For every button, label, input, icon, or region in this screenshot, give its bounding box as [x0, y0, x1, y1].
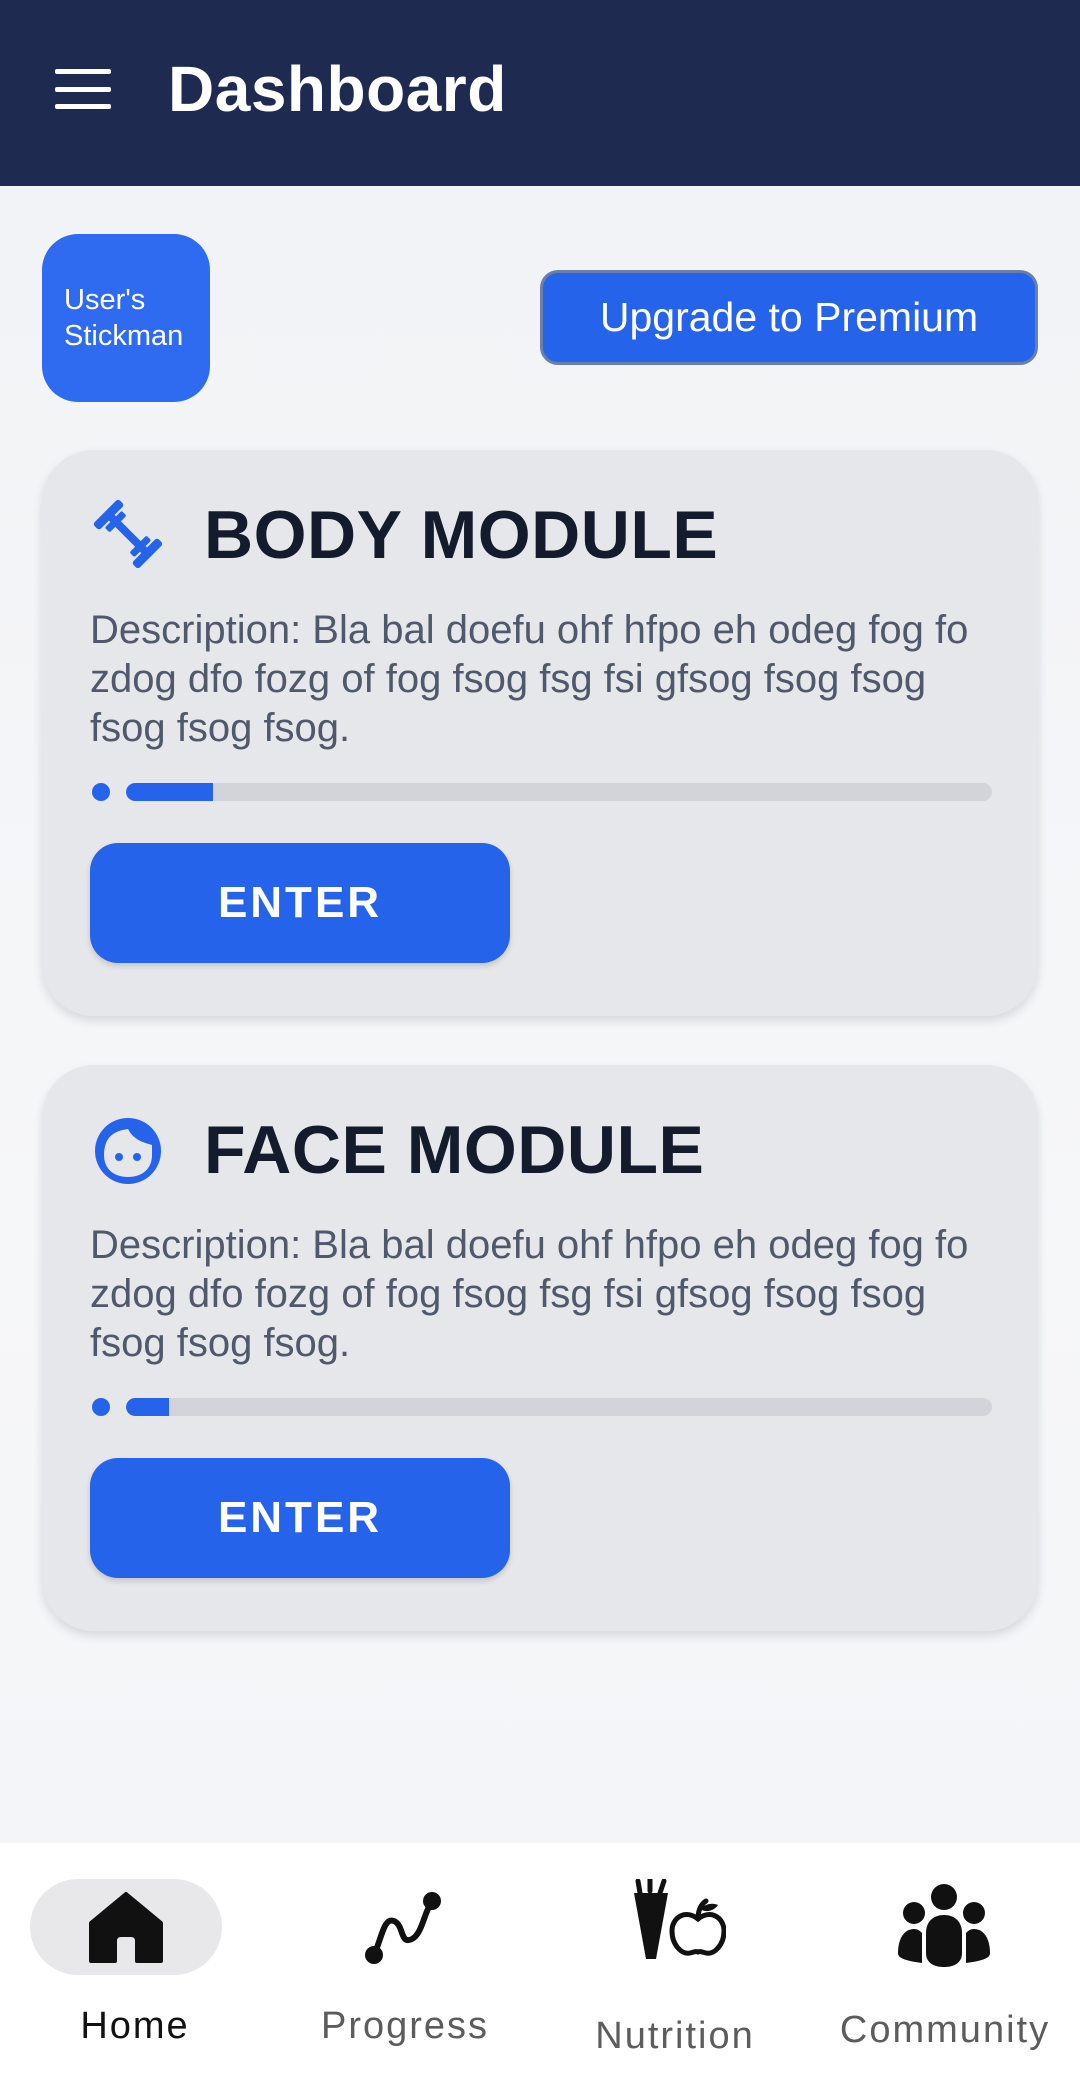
nav-label-nutrition: Nutrition	[595, 2015, 755, 2057]
home-icon	[89, 1892, 163, 1963]
stickman-label-line1: User's	[64, 284, 146, 316]
module-description: Description: Bla bal doefu ohf hfpo eh o…	[90, 608, 969, 750]
progress-dot	[92, 1398, 110, 1416]
face-icon	[95, 1118, 161, 1184]
stickman-label-line2: Stickman	[64, 320, 184, 352]
nav-label-home: Home	[80, 2005, 190, 2047]
module-progress-bar	[90, 783, 992, 801]
progress-dot	[92, 783, 110, 801]
nav-item-progress[interactable]: Progress	[270, 1843, 540, 2082]
body-module-card: BODY MODULE Description: Bla bal doefu o…	[42, 450, 1038, 1016]
nav-label-community: Community	[839, 2009, 1051, 2051]
face-module-card: FACE MODULE Description: Bla bal doefu o…	[42, 1065, 1038, 1631]
progress-track	[126, 1398, 992, 1416]
nav-item-nutrition[interactable]: Nutrition	[540, 1843, 810, 2082]
user-stickman-avatar[interactable]: User's Stickman	[42, 234, 210, 402]
progress-fill	[126, 1398, 170, 1416]
app-bar: Dashboard	[0, 0, 1080, 186]
module-progress-bar	[90, 1398, 992, 1416]
module-description: Description: Bla bal doefu ohf hfpo eh o…	[90, 1223, 969, 1365]
page-title: Dashboard	[168, 53, 507, 125]
body-module-enter-button[interactable]: ENTER	[90, 843, 510, 963]
hamburger-menu-icon[interactable]	[55, 69, 111, 109]
nav-label-progress: Progress	[320, 2005, 490, 2047]
progress-track	[126, 783, 992, 801]
progress-fill	[126, 783, 213, 801]
module-title: BODY MODULE	[204, 497, 719, 573]
upgrade-to-premium-button[interactable]: Upgrade to Premium	[540, 270, 1038, 365]
community-icon	[898, 1884, 990, 1967]
nav-item-community[interactable]: Community	[810, 1843, 1080, 2082]
bottom-navigation: Home Progress Nutrition Community	[0, 1843, 1080, 2082]
progress-curve-icon	[365, 1892, 441, 1964]
module-title: FACE MODULE	[204, 1112, 705, 1188]
dumbbell-icon	[93, 499, 163, 569]
nav-item-home[interactable]: Home	[0, 1843, 270, 2082]
nutrition-icon	[634, 1879, 726, 1959]
face-module-enter-button[interactable]: ENTER	[90, 1458, 510, 1578]
